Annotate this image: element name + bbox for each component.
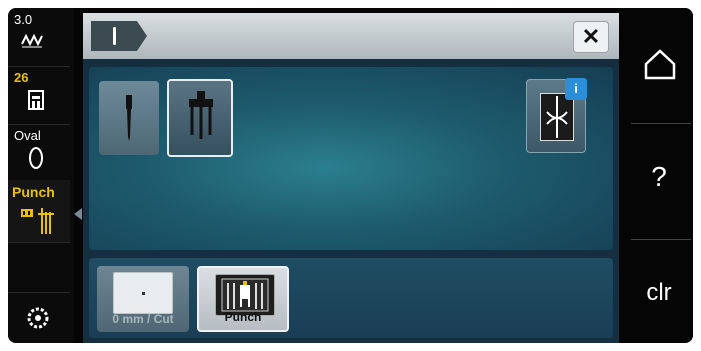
needle-threading-info-icon <box>540 93 574 141</box>
help-label: ? <box>651 161 667 192</box>
needle-options-area: i <box>89 67 613 250</box>
home-button[interactable] <box>625 8 693 119</box>
punch-option-button[interactable]: Punch <box>197 266 289 332</box>
info-badge: i <box>565 78 587 100</box>
right-sidebar: ? clr <box>625 8 693 343</box>
cut-option-label: 0 mm / Cut <box>112 312 174 326</box>
needle-selection-panel: ✕ i 0 mm / Cut Punch <box>83 13 619 343</box>
home-icon <box>643 48 677 85</box>
screen-frame: 3.0 26 Oval Punch ✕ i 0 mm / Cut Punch ?… <box>8 8 693 343</box>
presser-foot-button[interactable]: 26 <box>8 66 70 125</box>
divider <box>631 239 691 240</box>
sidebar-empty <box>8 242 70 293</box>
close-button[interactable]: ✕ <box>573 21 609 53</box>
clear-label: clr <box>646 279 672 306</box>
clear-button[interactable]: clr <box>625 241 693 343</box>
oval-hoop-icon <box>28 146 44 175</box>
active-pointer <box>74 208 82 220</box>
stitch-width-button[interactable]: 3.0 <box>8 8 70 67</box>
cut-icon <box>113 272 173 314</box>
triple-needle-icon <box>185 91 217 148</box>
bobbin-icon <box>27 307 49 334</box>
left-sidebar: 3.0 26 Oval Punch <box>8 8 74 343</box>
single-needle-button[interactable] <box>99 81 159 155</box>
hoop-button[interactable]: Oval <box>8 124 70 181</box>
panel-header: ✕ <box>83 13 619 59</box>
punch-needle-icon <box>20 206 60 241</box>
technique-button[interactable]: Punch <box>8 180 70 243</box>
cut-option-button[interactable]: 0 mm / Cut <box>97 266 189 332</box>
hoop-label: Oval <box>14 128 41 143</box>
divider <box>631 123 691 124</box>
needle-info-button[interactable]: i <box>526 78 587 153</box>
punch-option-label: Punch <box>224 310 262 324</box>
bobbin-button[interactable] <box>8 292 70 343</box>
help-button[interactable]: ? <box>625 125 693 236</box>
stitch-width-value: 3.0 <box>14 12 33 27</box>
stitch-width-icon <box>20 30 44 55</box>
triple-needle-button[interactable] <box>167 79 233 157</box>
needle-tab[interactable] <box>91 21 147 51</box>
technique-label: Punch <box>12 184 55 200</box>
presser-foot-number: 26 <box>14 70 29 85</box>
presser-foot-icon <box>28 90 44 115</box>
needle-icon <box>113 27 116 45</box>
single-needle-icon <box>123 95 135 148</box>
technique-options-area: 0 mm / Cut Punch <box>89 258 613 338</box>
